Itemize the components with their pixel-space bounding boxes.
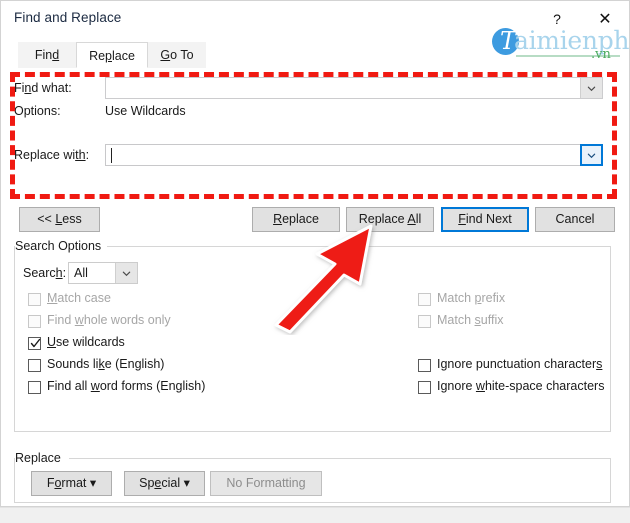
search-scope-dropdown-button[interactable] — [115, 263, 137, 283]
tab-replace-accel: p — [105, 49, 112, 63]
checkbox-label: Ignore white-space characters — [437, 379, 605, 393]
search-options-group-title: Search Options — [15, 239, 108, 253]
replace-all-button[interactable]: Replace All — [346, 207, 434, 232]
replace-with-label: Replace with: — [14, 148, 90, 162]
checkbox-label: Match prefix — [437, 291, 506, 305]
checkmark-icon — [30, 338, 41, 348]
find-what-combo[interactable] — [105, 77, 603, 99]
find-next-button[interactable]: Find Next — [441, 207, 529, 232]
close-icon[interactable]: ✕ — [583, 3, 627, 36]
chevron-down-icon: ▾ — [183, 476, 190, 490]
tab-replace[interactable]: Replace — [76, 42, 148, 68]
less-button[interactable]: << Less — [19, 207, 100, 232]
replace-with-dropdown-button[interactable] — [580, 144, 603, 166]
checkbox-box — [28, 315, 41, 328]
find-and-replace-dialog: Find and Replace ? ✕ T aimienphi .vn Fin… — [0, 0, 630, 523]
title-bar: Find and Replace ? ✕ — [1, 1, 629, 38]
checkbox-box — [28, 381, 41, 394]
checkbox-label: Use wildcards — [47, 335, 125, 349]
checkbox-label: Match case — [47, 291, 111, 305]
chevron-down-icon: ▾ — [89, 476, 97, 490]
replace-button[interactable]: Replace — [252, 207, 340, 232]
checkbox-label: Ignore punctuation characters — [437, 357, 603, 371]
tab-go-to-accel: G — [160, 48, 171, 62]
options-label: Options: — [14, 104, 61, 118]
checkbox-box — [418, 381, 431, 394]
checkbox-box — [418, 293, 431, 306]
text-caret — [111, 148, 112, 163]
checkbox-box — [28, 293, 41, 306]
checkbox-box — [418, 359, 431, 372]
tab-strip: Find Replace Go To — [9, 42, 621, 69]
search-scope-label: Search: — [23, 266, 67, 280]
checkbox-box — [28, 359, 41, 372]
checkbox-label: Match suffix — [437, 313, 504, 327]
chevron-down-icon — [587, 153, 596, 158]
tab-find-accel: d — [52, 48, 60, 62]
checkbox-label: Find whole words only — [47, 313, 171, 327]
chevron-down-icon — [122, 271, 131, 276]
tab-find[interactable]: Find — [18, 42, 76, 68]
replace-group-title: Replace — [15, 451, 67, 465]
tab-go-to[interactable]: Go To — [148, 42, 206, 68]
dialog-content: Find what: Options: Use Wildcards Replac… — [1, 68, 629, 505]
no-formatting-button: No Formatting — [210, 471, 322, 496]
tab-replace-label: Re — [89, 49, 106, 63]
help-icon[interactable]: ? — [535, 3, 579, 36]
window-title: Find and Replace — [14, 10, 122, 25]
cancel-button[interactable]: Cancel — [535, 207, 615, 232]
find-what-dropdown-button[interactable] — [580, 78, 602, 98]
tab-find-label: Fin — [34, 48, 53, 62]
find-what-label: Find what: — [14, 81, 72, 95]
checkbox-label: Sounds like (English) — [47, 357, 165, 371]
options-value: Use Wildcards — [105, 104, 186, 118]
window-bottom-strip — [0, 507, 630, 523]
checkbox-label: Find all word forms (English) — [47, 379, 206, 393]
search-scope-select[interactable]: All — [68, 262, 138, 284]
special-button[interactable]: Special ▾ — [124, 471, 205, 496]
checkbox-box — [418, 315, 431, 328]
tab-go-to-label: o To — [170, 48, 194, 62]
chevron-down-icon — [587, 86, 596, 91]
replace-with-combo[interactable] — [105, 144, 603, 166]
format-button[interactable]: Format ▾ — [31, 471, 112, 496]
checkbox-box — [28, 337, 41, 350]
search-scope-value: All — [74, 266, 88, 280]
